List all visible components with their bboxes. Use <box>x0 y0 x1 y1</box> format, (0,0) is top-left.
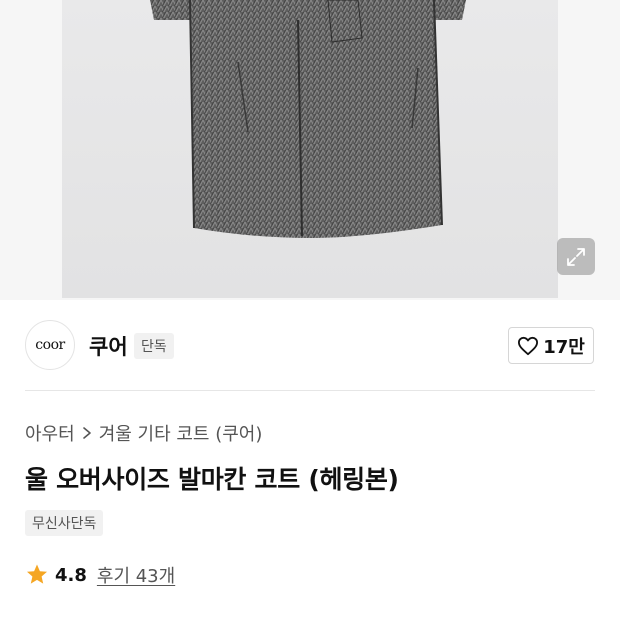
review-count-link[interactable]: 후기 43개 <box>97 562 175 588</box>
brand-name[interactable]: 쿠어 <box>89 331 128 361</box>
product-photo[interactable] <box>62 0 558 298</box>
coat-illustration <box>150 0 466 238</box>
rating-score: 4.8 <box>55 564 87 586</box>
expand-icon <box>567 247 585 266</box>
product-title: 울 오버사이즈 발마칸 코트 (헤링본) <box>25 465 399 494</box>
brand-logo[interactable]: coor <box>25 320 75 370</box>
like-button[interactable]: 17만 <box>508 327 594 364</box>
product-badge-label: 무신사단독 <box>25 510 104 536</box>
breadcrumb: 아우터 겨울 기타 코트 (쿠어) <box>25 420 262 446</box>
star-icon <box>27 564 47 584</box>
rating-row: 4.8 후기 43개 <box>25 562 175 588</box>
brand-logo-text: coor <box>35 337 65 353</box>
product-image-area <box>0 0 620 300</box>
breadcrumb-subcategory[interactable]: 겨울 기타 코트 (쿠어) <box>99 420 263 446</box>
breadcrumb-category[interactable]: 아우터 <box>25 420 75 446</box>
exclusive-tag: 단독 <box>134 333 174 359</box>
divider <box>25 390 595 391</box>
heart-outline-icon <box>518 336 539 355</box>
like-count: 17만 <box>543 336 585 358</box>
chevron-right-icon <box>82 427 91 439</box>
product-badge: 무신사단독 <box>25 510 104 536</box>
exclusive-tag-label: 단독 <box>134 333 174 359</box>
expand-image-button[interactable] <box>557 238 595 275</box>
